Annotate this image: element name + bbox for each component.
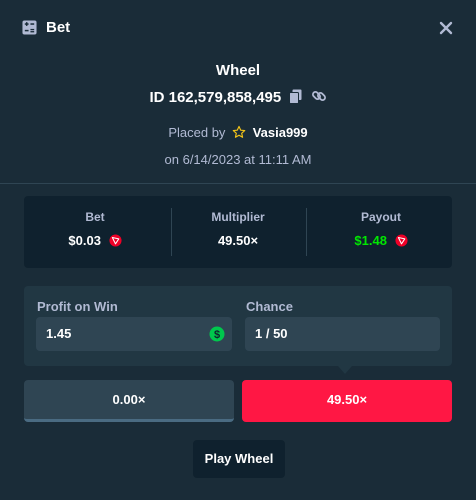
bet-id-row: ID 162,579,858,495 bbox=[0, 88, 476, 107]
copy-icon[interactable] bbox=[289, 89, 302, 104]
bet-details-panel: Profit on Win 1.45 $ Chance 1 / 50 bbox=[24, 286, 452, 366]
modal-title: Bet bbox=[46, 19, 71, 36]
bet-date: on 6/14/2023 at 11:11 AM bbox=[164, 152, 312, 167]
multiplier-value: 49.50× bbox=[217, 233, 259, 248]
placed-by-row: Placed by Vasia999 bbox=[0, 125, 476, 141]
modal-header: Bet bbox=[0, 0, 476, 56]
payout-amount: $1.48 bbox=[310, 233, 452, 248]
bet-amount: $0.03 bbox=[24, 233, 166, 248]
chance-value: 1 / 50 bbox=[255, 326, 288, 341]
dollar-coin-icon: $ bbox=[209, 326, 225, 342]
profit-on-win-value: 1.45 bbox=[46, 326, 72, 341]
chance-label: Chance bbox=[246, 299, 293, 314]
segment-pointer bbox=[338, 366, 352, 374]
game-name: Wheel bbox=[215, 62, 261, 79]
bet-column: Bet $0.03 bbox=[24, 196, 166, 268]
bet-summary: Bet $0.03 Multiplier 49.50× Payout $1.48 bbox=[24, 196, 452, 268]
divider bbox=[0, 183, 476, 184]
bet-slip-icon bbox=[22, 20, 37, 35]
tron-coin-icon bbox=[109, 234, 122, 247]
username-link[interactable]: Vasia999 bbox=[253, 125, 308, 140]
play-wheel-button[interactable]: Play Wheel bbox=[193, 440, 285, 478]
profit-on-win-field[interactable]: 1.45 $ bbox=[36, 317, 232, 351]
payout-label: Payout bbox=[360, 210, 401, 224]
column-divider bbox=[306, 208, 307, 256]
bet-id: ID 162,579,858,495 bbox=[149, 89, 282, 106]
link-icon[interactable] bbox=[311, 88, 327, 104]
svg-text:$: $ bbox=[214, 329, 220, 341]
multiplier-column: Multiplier 49.50× bbox=[167, 196, 309, 268]
profit-on-win-label: Profit on Win bbox=[37, 299, 118, 314]
payout-value: $1.48 bbox=[354, 233, 387, 248]
placed-by-label: Placed by bbox=[168, 125, 226, 140]
segment-low-multiplier: 0.00× bbox=[24, 380, 234, 422]
bet-value: $0.03 bbox=[68, 233, 101, 248]
bet-modal: Bet Wheel ID 162,579,858,495 Placed by V… bbox=[0, 0, 476, 500]
payout-column: Payout $1.48 bbox=[310, 196, 452, 268]
multiplier-label: Multiplier bbox=[211, 210, 265, 224]
bet-label: Bet bbox=[85, 210, 105, 224]
tron-coin-icon bbox=[395, 234, 408, 247]
close-icon[interactable] bbox=[435, 17, 457, 39]
chance-field[interactable]: 1 / 50 bbox=[245, 317, 440, 351]
segment-high-multiplier: 49.50× bbox=[242, 380, 452, 422]
star-icon bbox=[232, 125, 246, 138]
